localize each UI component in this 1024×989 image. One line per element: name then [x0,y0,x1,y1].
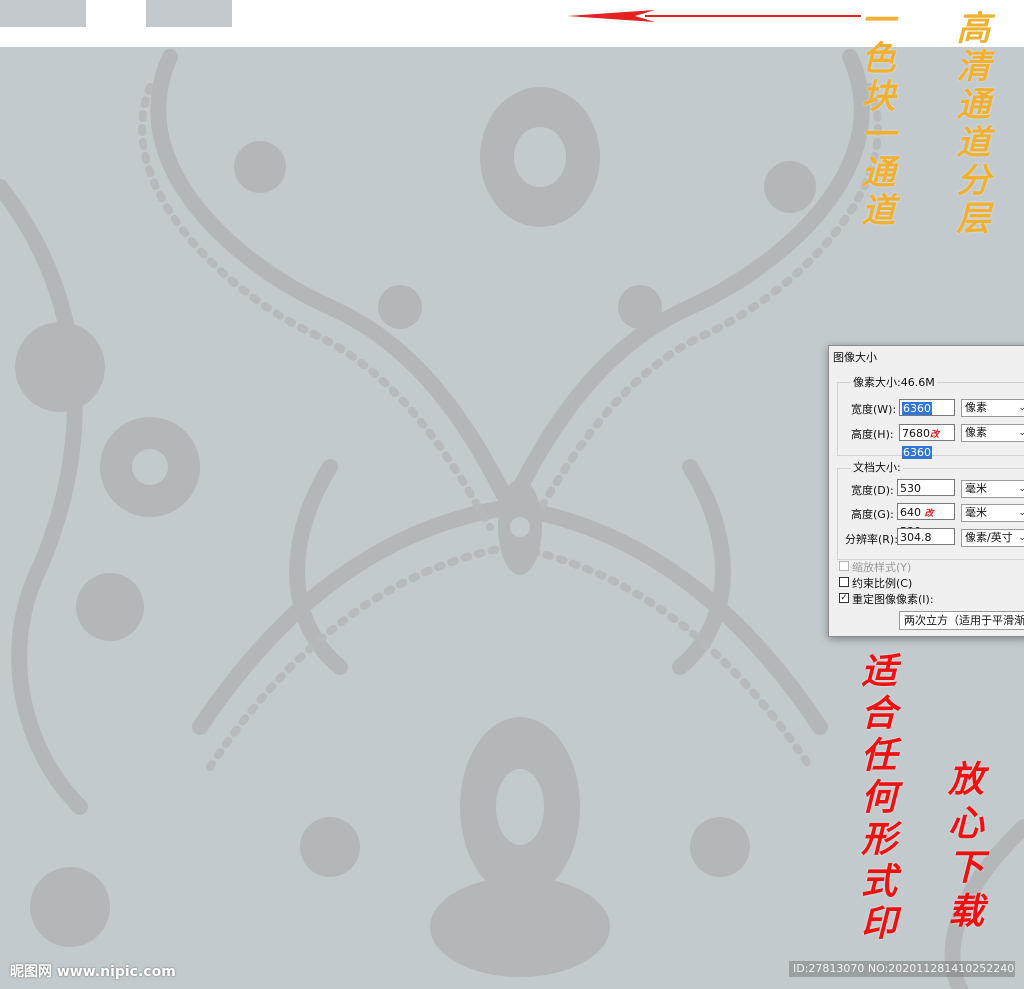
width-unit: 像素 [965,401,987,414]
resolution-unit: 像素/英寸 [965,531,1013,544]
height-input[interactable]: 7680改 6360 [899,424,955,459]
width-label: 宽度(W): [851,403,897,416]
chevron-down-icon: ⌄ [1018,508,1024,518]
site-logo: 昵图网 www.nipic.com [10,964,176,980]
doc-height-unit-select[interactable]: 毫米 ⌄ [961,504,1024,522]
height-unit-select[interactable]: 像素 ⌄ [961,424,1024,442]
checkmark-icon: ✓ [840,593,848,603]
doc-width-unit-select[interactable]: 毫米 ⌄ [961,480,1024,498]
resample-method-select[interactable]: 两次立方（适用于平滑渐变） [899,611,1024,630]
width-unit-select[interactable]: 像素 ⌄ [961,399,1024,417]
dialog-title: 图像大小 [833,351,877,364]
resample-label: 重定图像像素(I): [852,593,934,606]
resample-checkbox[interactable]: ✓ [839,593,849,603]
doc-height-label: 高度(G): [851,508,894,521]
chevron-down-icon: ⌄ [1018,484,1024,494]
document-size-title: 文档大小: [851,459,903,475]
annotation-download: 放心下载 [942,760,984,936]
scale-styles-label: 缩放样式(Y) [852,561,912,574]
edit-mark: 改 [924,509,934,519]
height-value-new: 6360 [902,446,932,459]
annotation-hd-layers: 高清通道分层 [950,10,990,238]
constrain-proportions-checkbox[interactable] [839,577,849,587]
doc-height-input[interactable]: 640 改 530 [897,503,955,538]
color-swatch [0,0,86,27]
doc-width-label: 宽度(D): [851,484,894,497]
doc-height-unit: 毫米 [965,506,987,519]
doc-height-value-old: 640 [900,506,921,519]
chevron-down-icon: ⌄ [1018,403,1024,413]
constrain-proportions-label: 约束比例(C) [852,577,913,590]
height-label: 高度(H): [851,428,894,441]
image-size-dialog: 图像大小 像素大小:46.6M 宽度(W): 6360 像素 ⌄ 高度(H): 7… [828,345,1024,637]
width-input[interactable]: 6360 [899,399,955,416]
chevron-down-icon: ⌄ [1018,533,1024,543]
doc-width-value: 530 [900,482,921,495]
resolution-unit-select[interactable]: 像素/英寸 ⌄ [961,529,1024,547]
arrow-left-icon [567,10,861,22]
color-swatch [146,0,232,27]
image-id-bar: ID:27813070 NO:20201128141025224088 [789,961,1015,977]
pixel-dimensions-title: 像素大小:46.6M [851,374,937,390]
chevron-down-icon: ⌄ [1018,428,1024,438]
doc-width-unit: 毫米 [965,482,987,495]
edit-mark: 改 [930,430,940,440]
height-value-old: 7680 [902,427,930,440]
width-value: 6360 [902,402,932,415]
annotation-print: 适合任何形式印 [855,652,897,946]
resolution-label: 分辨率(R): [845,533,898,546]
height-unit: 像素 [965,426,987,439]
resolution-value: 304.8 [900,531,932,544]
resolution-input[interactable]: 304.8 [897,528,955,545]
doc-width-input[interactable]: 530 [897,479,955,496]
annotation-channel: 一色块一通道 [855,2,895,230]
scale-styles-checkbox[interactable] [839,561,849,571]
